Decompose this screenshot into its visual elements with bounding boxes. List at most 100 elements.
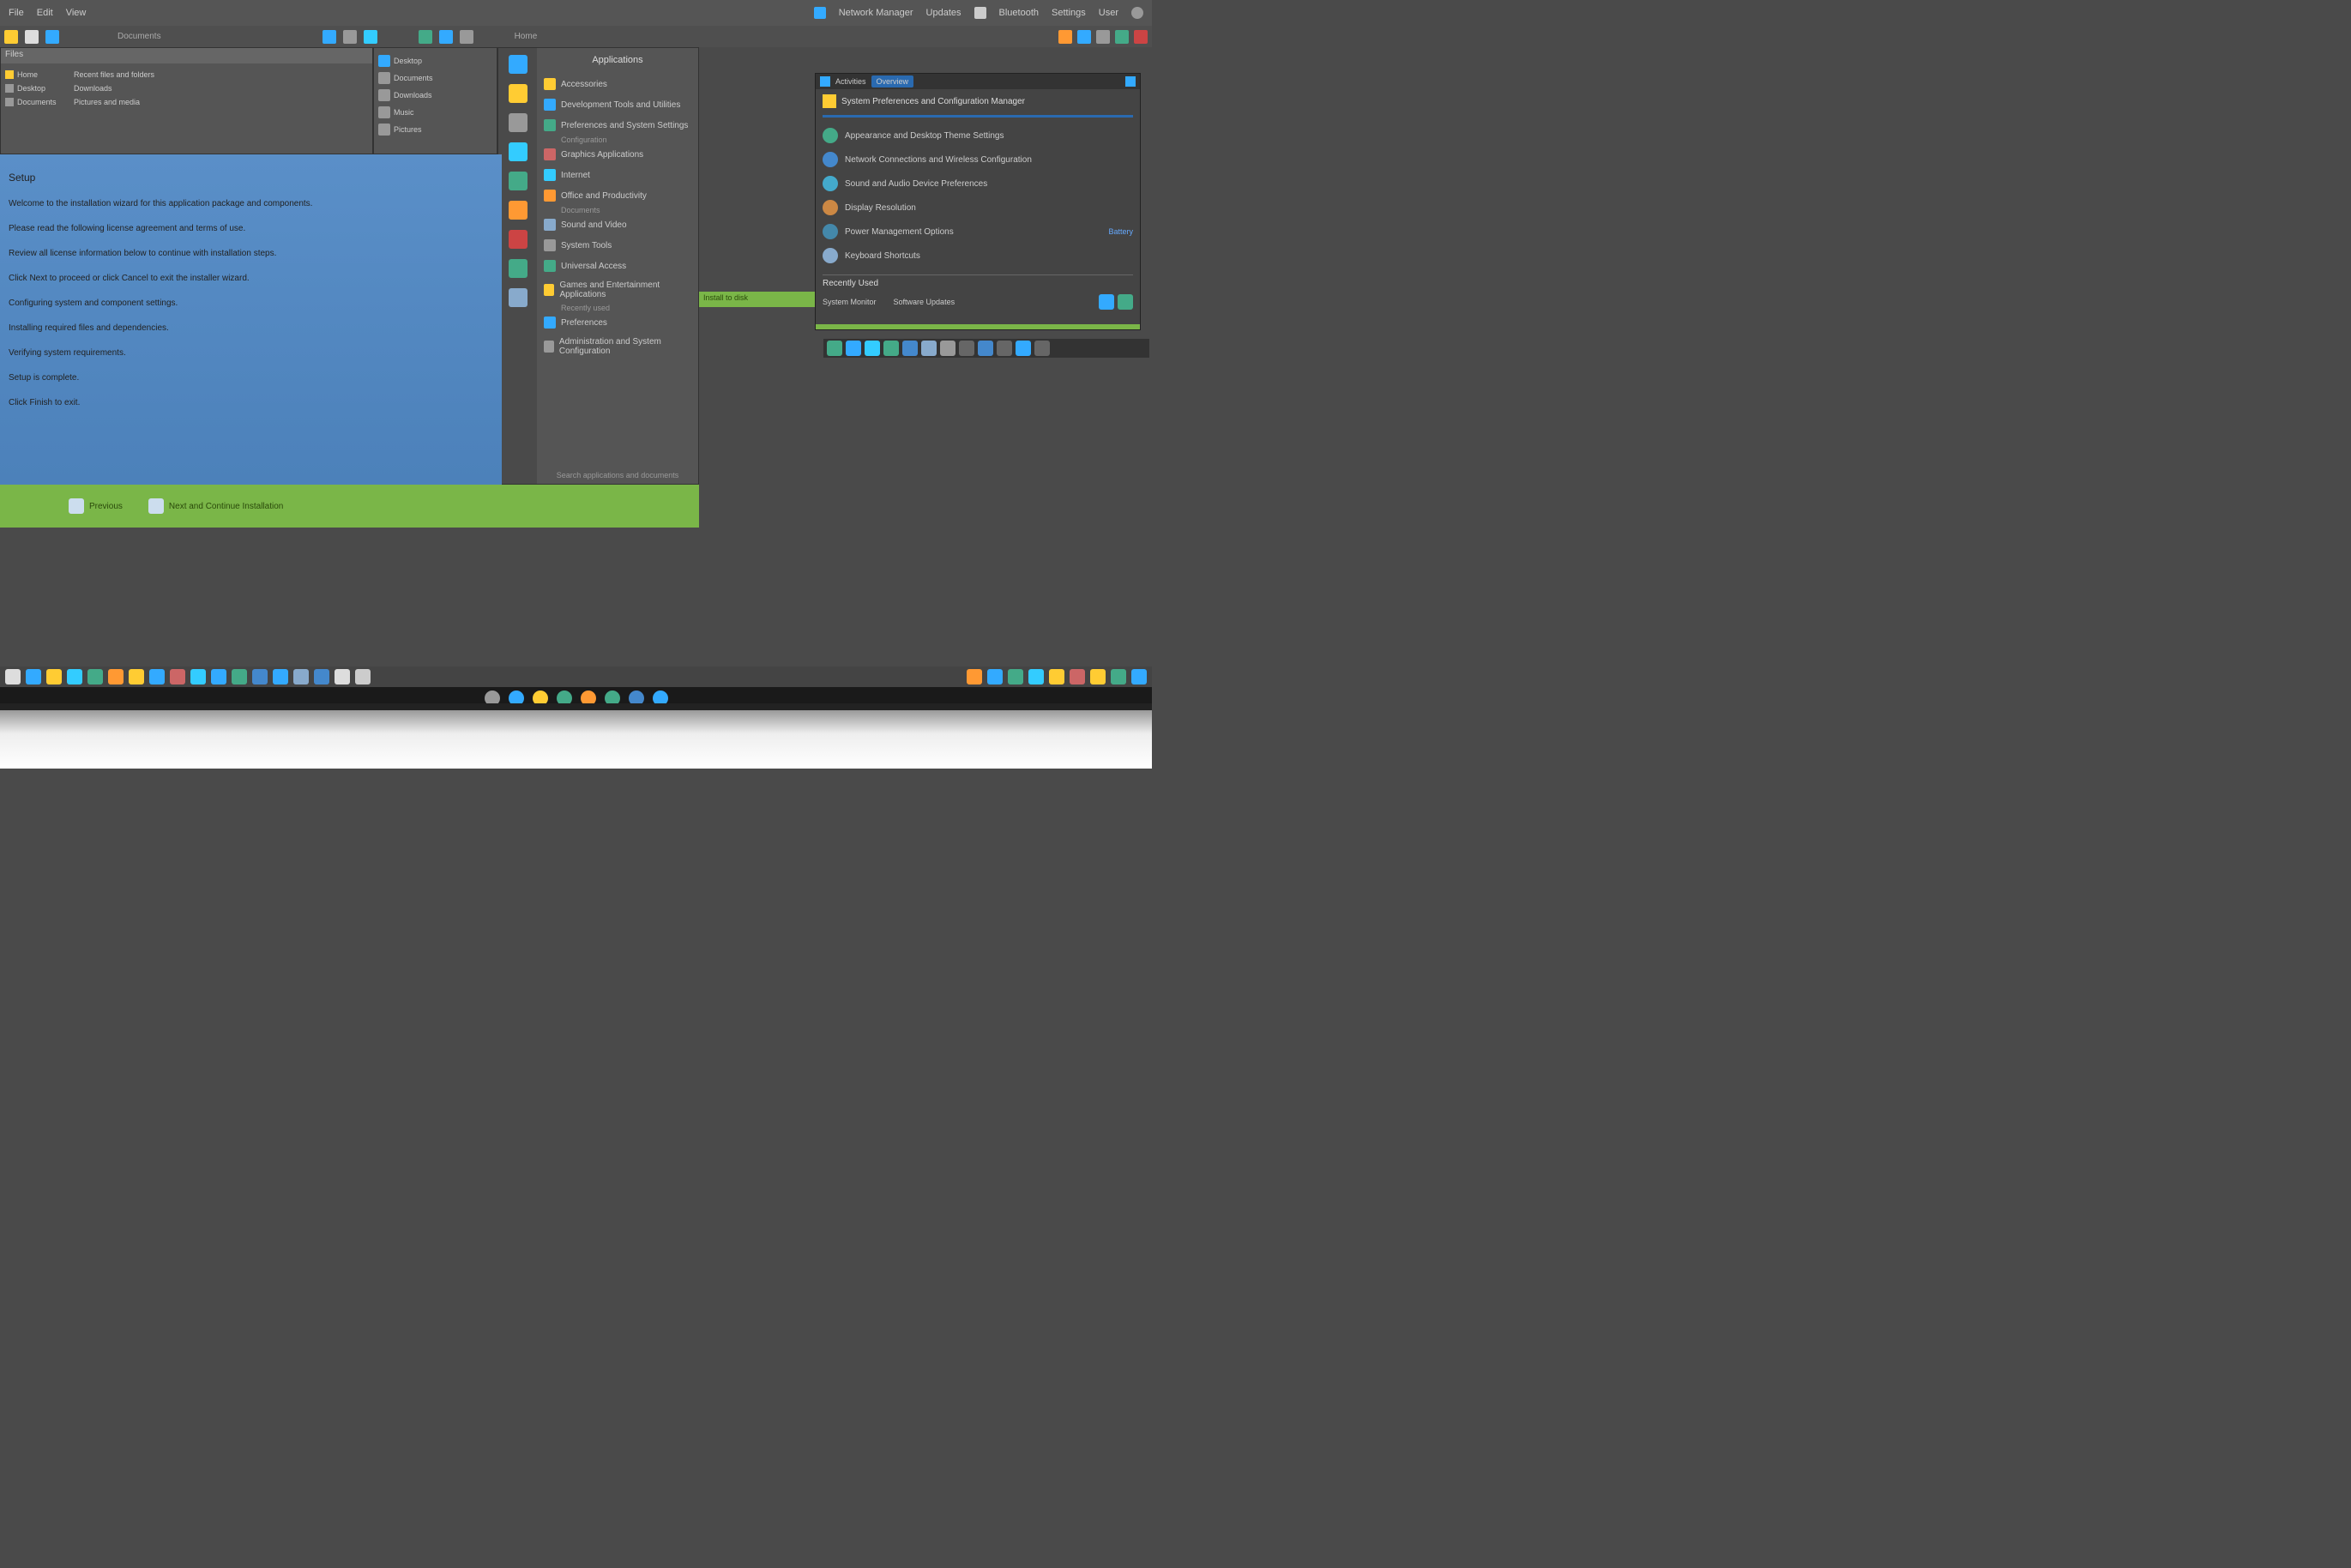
file-row[interactable]: Downloads [74,81,368,95]
menu-settings[interactable]: Settings [1052,8,1086,18]
start-menu-item[interactable]: Preferences [544,312,691,333]
user-icon[interactable] [1131,7,1143,19]
taskbar-app-icon[interactable] [846,341,861,356]
start-menu-item[interactable]: Accessories [544,74,691,94]
taskbar-app-icon[interactable] [67,669,82,684]
window-titlebar[interactable]: Files [1,48,372,63]
taskbar-app-icon[interactable] [293,669,309,684]
menu-user[interactable]: User [1099,8,1118,18]
folder-row[interactable]: Music [378,104,492,121]
menu-edit[interactable]: Edit [37,8,53,18]
launcher-icon[interactable] [509,230,527,249]
launcher-icon[interactable] [509,113,527,132]
toolbar-tab[interactable]: Home [515,32,538,41]
app-icon[interactable] [460,30,473,44]
start-menu-item[interactable]: Administration and System Configuration [544,333,691,360]
app-icon[interactable] [323,30,336,44]
taskbar-app-icon[interactable] [883,341,899,356]
footer-icon[interactable] [1099,294,1114,310]
taskbar-app-icon[interactable] [978,341,993,356]
tray-icon[interactable] [974,7,986,19]
settings-item[interactable]: Display Resolution [823,196,1133,220]
taskbar-app-icon[interactable] [997,341,1012,356]
menu-network[interactable]: Network Manager [839,8,913,18]
taskbar-app-icon[interactable] [959,341,974,356]
tray-icon[interactable] [1111,669,1126,684]
sidebar-item[interactable]: Home [5,68,65,81]
taskbar-app-icon[interactable] [170,669,185,684]
installer-next-button[interactable]: Next and Continue Installation [148,498,283,514]
tray-icon[interactable] [1049,669,1064,684]
taskbar-app-icon[interactable] [921,341,937,356]
launcher-icon[interactable] [509,259,527,278]
taskbar-app-icon[interactable] [87,669,103,684]
tray-icon[interactable] [1090,669,1106,684]
taskbar-app-icon[interactable] [190,669,206,684]
settings-item[interactable]: Keyboard Shortcuts [823,244,1133,268]
tray-icon[interactable] [987,669,1003,684]
taskbar-app-icon[interactable] [827,341,842,356]
installer-prev-button[interactable]: Previous [69,498,123,514]
tray-icon[interactable] [967,669,982,684]
menu-file[interactable]: File [9,8,24,18]
close-icon[interactable] [1125,76,1136,87]
taskbar-app-icon[interactable] [46,669,62,684]
start-menu-item[interactable]: Development Tools and Utilities [544,94,691,115]
file-row[interactable]: Recent files and folders [74,68,368,81]
app-icon[interactable] [1077,30,1091,44]
start-menu-item[interactable]: Games and Entertainment Applications [544,276,691,304]
tray-icon[interactable] [814,7,826,19]
settings-titlebar[interactable]: Activities Overview [816,74,1140,89]
app-icon[interactable] [1115,30,1129,44]
app-icon[interactable] [1096,30,1110,44]
app-icon[interactable] [343,30,357,44]
tray-icon[interactable] [1008,669,1023,684]
settings-item[interactable]: Appearance and Desktop Theme Settings [823,124,1133,148]
taskbar-app-icon[interactable] [1034,341,1050,356]
launcher-icon[interactable] [509,84,527,103]
settings-item[interactable]: Network Connections and Wireless Configu… [823,148,1133,172]
folder-row[interactable]: Desktop [378,52,492,69]
start-menu-item[interactable]: Sound and Video [544,214,691,235]
taskbar-app-icon[interactable] [252,669,268,684]
settings-tab[interactable]: Activities [835,77,866,86]
launcher-icon[interactable] [509,55,527,74]
app-icon[interactable] [1134,30,1148,44]
start-menu-item[interactable]: System Tools [544,235,691,256]
taskbar-app-icon[interactable] [129,669,144,684]
start-search-hint[interactable]: Search applications and documents [541,471,694,479]
app-icon[interactable] [1058,30,1072,44]
launcher-icon[interactable] [509,172,527,190]
install-strip[interactable]: Install to disk [699,292,815,307]
taskbar-app-icon[interactable] [355,669,371,684]
launcher-icon[interactable] [509,288,527,307]
taskbar-app-icon[interactable] [335,669,350,684]
settings-tab-active[interactable]: Overview [871,75,914,87]
taskbar-app-icon[interactable] [5,669,21,684]
footer-link[interactable]: System Monitor [823,298,877,306]
taskbar-app-icon[interactable] [314,669,329,684]
taskbar-app-icon[interactable] [232,669,247,684]
app-icon[interactable] [45,30,59,44]
app-icon[interactable] [4,30,18,44]
tray-icon[interactable] [1028,669,1044,684]
start-menu-item[interactable]: Office and Productivity [544,185,691,206]
start-menu-item[interactable]: Internet [544,165,691,185]
footer-icon[interactable] [1118,294,1133,310]
launcher-icon[interactable] [509,201,527,220]
taskbar-app-icon[interactable] [940,341,955,356]
taskbar-app-icon[interactable] [108,669,124,684]
settings-item[interactable]: Sound and Audio Device Preferences [823,172,1133,196]
file-row[interactable]: Pictures and media [74,95,368,109]
taskbar-app-icon[interactable] [149,669,165,684]
sidebar-item[interactable]: Desktop [5,81,65,95]
folder-row[interactable]: Pictures [378,121,492,138]
footer-link[interactable]: Software Updates [894,298,955,306]
tray-icon[interactable] [1070,669,1085,684]
app-icon[interactable] [419,30,432,44]
folder-row[interactable]: Documents [378,69,492,87]
start-menu-item[interactable]: Preferences and System Settings [544,115,691,136]
taskbar-app-icon[interactable] [1016,341,1031,356]
menu-bluetooth[interactable]: Bluetooth [999,8,1039,18]
taskbar-app-icon[interactable] [273,669,288,684]
